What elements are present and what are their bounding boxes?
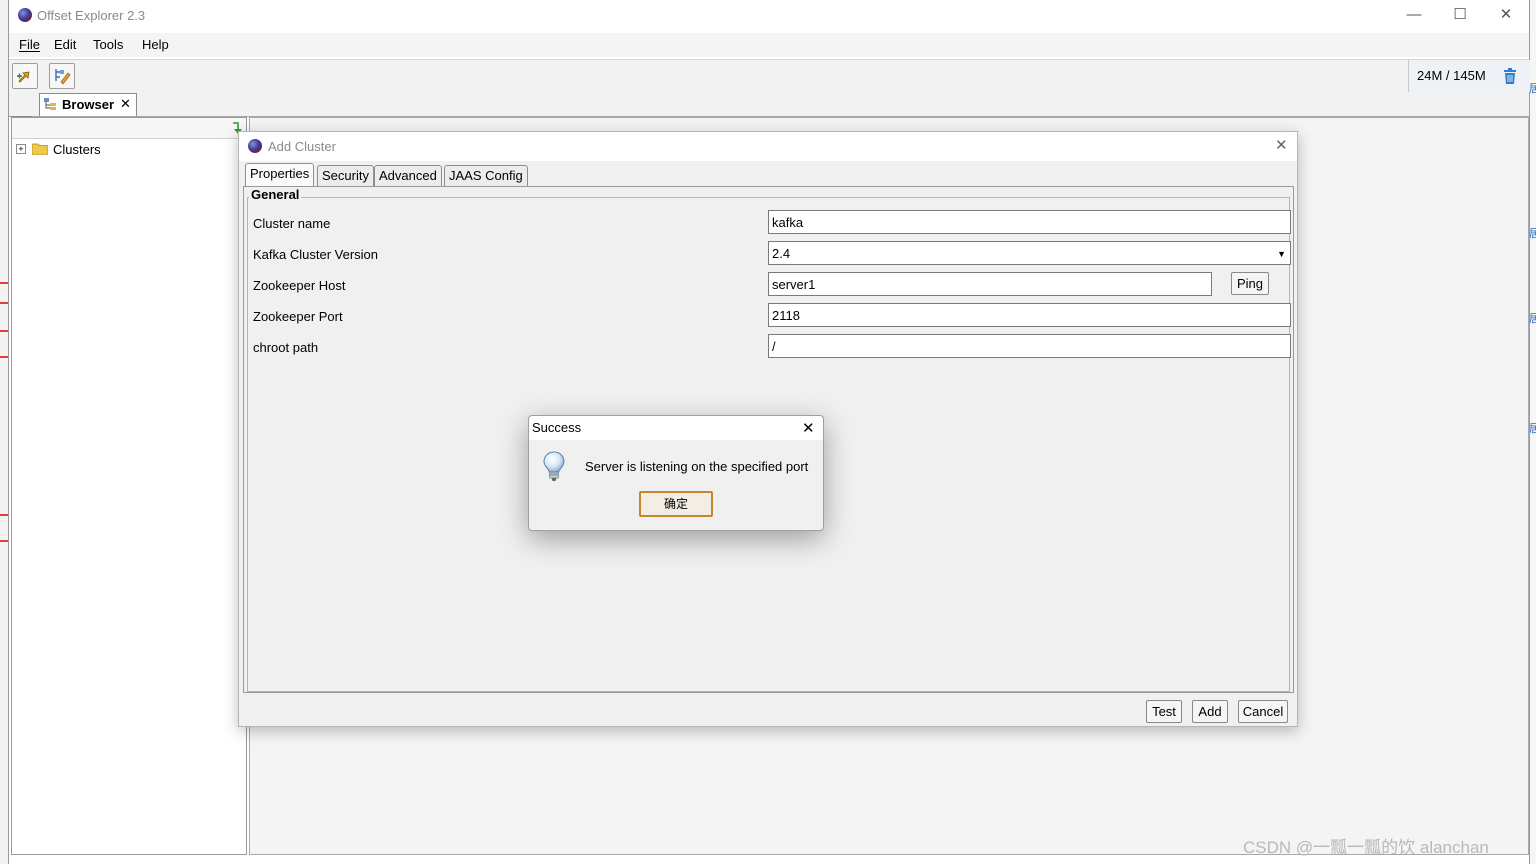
menu-help[interactable]: Help (142, 37, 169, 52)
tab-security-label: Security (322, 168, 369, 183)
menu-file[interactable]: File (19, 37, 40, 52)
cancel-button[interactable]: Cancel (1238, 700, 1288, 723)
tab-jaas-config[interactable]: JAAS Config (444, 165, 528, 186)
kafka-version-value: 2.4 (772, 246, 791, 261)
add-cluster-close-icon[interactable]: ✕ (1275, 136, 1288, 154)
cluster-name-label: Cluster name (253, 216, 331, 231)
zookeeper-host-label: Zookeeper Host (253, 278, 346, 293)
document-tab-strip: Browser ✕ (9, 92, 1529, 117)
menu-bar: File Edit Tools Help (9, 33, 1529, 57)
tab-browser-label: Browser (62, 97, 115, 112)
success-title-bar: Success ✕ (529, 416, 823, 440)
desktop-left-sliver (0, 0, 8, 864)
edit-cluster-icon (55, 69, 71, 85)
general-group-label: General (249, 187, 302, 202)
edit-cluster-button[interactable] (49, 63, 75, 89)
memory-usage: 24M / 145M (1417, 68, 1486, 83)
add-cluster-title-bar: Add Cluster ✕ (239, 132, 1297, 161)
memory-monitor[interactable]: 24M / 145M (1408, 60, 1530, 92)
chroot-path-label: chroot path (253, 340, 319, 355)
tab-advanced[interactable]: Advanced (374, 165, 442, 186)
app-icon (18, 8, 32, 22)
watermark: CSDN @一瓢一瓢的饮 alanchan (1243, 838, 1489, 857)
ok-button[interactable]: 确定 (639, 491, 713, 517)
ping-button[interactable]: Ping (1231, 272, 1269, 295)
success-title: Success (532, 420, 582, 435)
window-title: Offset Explorer 2.3 (37, 8, 146, 23)
menu-tools[interactable]: Tools (93, 37, 123, 52)
cluster-tree-panel: + Clusters (11, 117, 247, 855)
lightbulb-icon (543, 451, 565, 481)
trash-icon[interactable] (1503, 68, 1517, 84)
toolbar: 24M / 145M (9, 59, 1530, 93)
test-button[interactable]: Test (1146, 700, 1182, 723)
cluster-name-field[interactable]: kafka (768, 210, 1291, 234)
tab-browser-close-icon[interactable]: ✕ (120, 96, 131, 112)
zookeeper-port-label: Zookeeper Port (253, 309, 343, 324)
minimize-button[interactable]: — (1391, 4, 1437, 26)
title-bar: Offset Explorer 2.3 — ☐ ✕ (9, 0, 1529, 31)
desktop-right-sliver: 居 居 居 居 (1529, 0, 1536, 864)
tree-node-label: Clusters (53, 142, 101, 157)
add-cluster-icon (17, 71, 30, 83)
menu-edit[interactable]: Edit (54, 37, 76, 52)
success-close-icon[interactable]: ✕ (802, 419, 815, 437)
tab-browser[interactable]: Browser ✕ (39, 93, 137, 116)
menu-tools-label: Tools (93, 37, 124, 52)
chroot-path-field[interactable]: / (768, 334, 1291, 358)
dialog-app-icon (248, 139, 262, 153)
zookeeper-port-field[interactable]: 2118 (768, 303, 1291, 327)
menu-edit-label: Edit (54, 37, 77, 52)
menu-help-label: Help (142, 37, 169, 52)
tab-properties[interactable]: Properties (245, 163, 315, 186)
success-message: Server is listening on the specified por… (585, 459, 809, 474)
add-cluster-title: Add Cluster (268, 139, 336, 154)
kafka-version-select[interactable]: 2.4 ▼ (768, 241, 1291, 265)
expand-plus-icon[interactable]: + (16, 144, 26, 154)
success-dialog: Success ✕ Server is listening on the spe… (528, 415, 824, 531)
menu-file-label: File (19, 37, 40, 52)
tab-advanced-label: Advanced (379, 168, 437, 183)
tree-panel-toolbar (12, 118, 246, 139)
folder-icon (32, 143, 48, 155)
tab-jaas-config-label: JAAS Config (449, 168, 523, 183)
tree-view-icon (44, 98, 56, 110)
add-button[interactable]: Add (1192, 700, 1228, 723)
close-button[interactable]: ✕ (1483, 4, 1529, 26)
kafka-version-label: Kafka Cluster Version (253, 247, 379, 262)
maximize-button[interactable]: ☐ (1437, 4, 1483, 26)
add-cluster-button[interactable] (12, 63, 38, 89)
chevron-down-icon[interactable]: ▼ (1277, 242, 1286, 266)
tab-properties-label: Properties (250, 166, 310, 181)
tab-security[interactable]: Security (317, 165, 374, 186)
zookeeper-host-field[interactable]: server1 (768, 272, 1212, 296)
